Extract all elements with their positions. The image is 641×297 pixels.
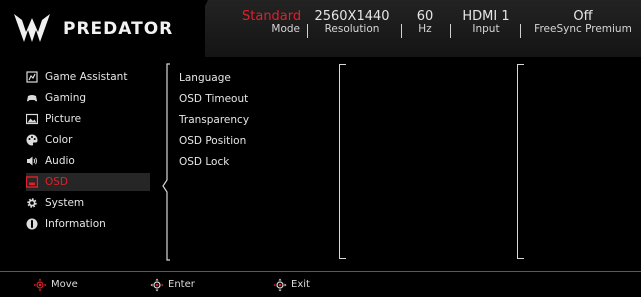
- sidebar-item-system[interactable]: System: [26, 194, 150, 212]
- refresh-rate-status: 60 Hz: [410, 9, 440, 35]
- predator-logo-icon: [14, 14, 50, 42]
- joystick-move-icon: [33, 278, 47, 292]
- submenu-item-osd-position[interactable]: OSD Position: [179, 134, 246, 148]
- sidebar-item-label: Color: [45, 134, 73, 146]
- header-separator: [401, 24, 402, 38]
- header-separator: [307, 24, 308, 38]
- sidebar-item-label: Picture: [45, 113, 82, 125]
- sidebar-item-information[interactable]: Information: [26, 215, 150, 233]
- sidebar-item-color[interactable]: Color: [26, 131, 150, 149]
- refresh-rate-value: 60: [416, 9, 434, 24]
- sidebar-item-label: OSD: [45, 176, 69, 188]
- submenu-item-transparency[interactable]: Transparency: [179, 113, 249, 127]
- exit-label: Exit: [291, 279, 310, 290]
- freesync-value: Off: [573, 9, 593, 24]
- key-guide-footer: Move Enter Exit: [0, 272, 641, 297]
- mode-status: Standard Mode: [242, 9, 302, 35]
- sidebar-item-label: Game Assistant: [45, 71, 128, 83]
- refresh-rate-label: Hz: [418, 23, 432, 35]
- info-icon: [26, 218, 38, 230]
- sidebar-item-picture[interactable]: Picture: [26, 110, 150, 128]
- game-assistant-icon: [26, 71, 38, 83]
- submenu-item-osd-lock[interactable]: OSD Lock: [179, 155, 229, 169]
- submenu-item-osd-timeout[interactable]: OSD Timeout: [179, 92, 248, 106]
- value-column-left-bracket: [339, 64, 346, 259]
- status-header: PREDATOR Standard Mode 2560X1440 Resolut…: [0, 0, 641, 57]
- resolution-status: 2560X1440 Resolution: [312, 9, 392, 35]
- sidebar-item-label: Audio: [45, 155, 75, 167]
- resolution-label: Resolution: [324, 23, 380, 35]
- mode-value: Standard: [242, 9, 302, 24]
- sidebar-item-audio[interactable]: Audio: [26, 152, 150, 170]
- value-column-right-bracket: [517, 64, 524, 259]
- speaker-icon: [27, 156, 37, 166]
- sidebar-item-gaming[interactable]: Gaming: [26, 89, 150, 107]
- picture-icon: [26, 113, 38, 125]
- sidebar-item-label: Gaming: [45, 92, 87, 104]
- logo-divider: [180, 0, 208, 57]
- sidebar-item-label: Information: [45, 218, 106, 230]
- header-separator: [520, 24, 521, 38]
- input-value: HDMI 1: [462, 9, 510, 24]
- joystick-exit-icon: [273, 278, 287, 292]
- enter-label: Enter: [168, 279, 195, 290]
- gear-icon: [27, 198, 37, 208]
- input-label: Input: [472, 23, 500, 35]
- osd-icon: [26, 176, 38, 188]
- brand-name: PREDATOR: [63, 19, 174, 39]
- freesync-status: Off FreeSync Premium: [527, 9, 639, 35]
- submenu-item-language[interactable]: Language: [179, 71, 231, 85]
- freesync-label: FreeSync Premium: [534, 23, 632, 35]
- logo-area: PREDATOR: [0, 0, 205, 57]
- move-label: Move: [51, 279, 78, 290]
- joystick-enter-icon: [150, 278, 164, 292]
- sidebar-item-osd[interactable]: OSD: [26, 173, 150, 191]
- selection-brace: [162, 63, 170, 261]
- resolution-value: 2560X1440: [314, 9, 390, 24]
- gamepad-icon: [27, 95, 37, 102]
- mode-label: Mode: [271, 23, 300, 35]
- palette-icon: [26, 134, 38, 146]
- sidebar-item-game-assistant[interactable]: Game Assistant: [26, 68, 150, 86]
- sidebar-item-label: System: [45, 197, 85, 209]
- header-separator: [450, 24, 451, 38]
- input-status: HDMI 1 Input: [455, 9, 517, 35]
